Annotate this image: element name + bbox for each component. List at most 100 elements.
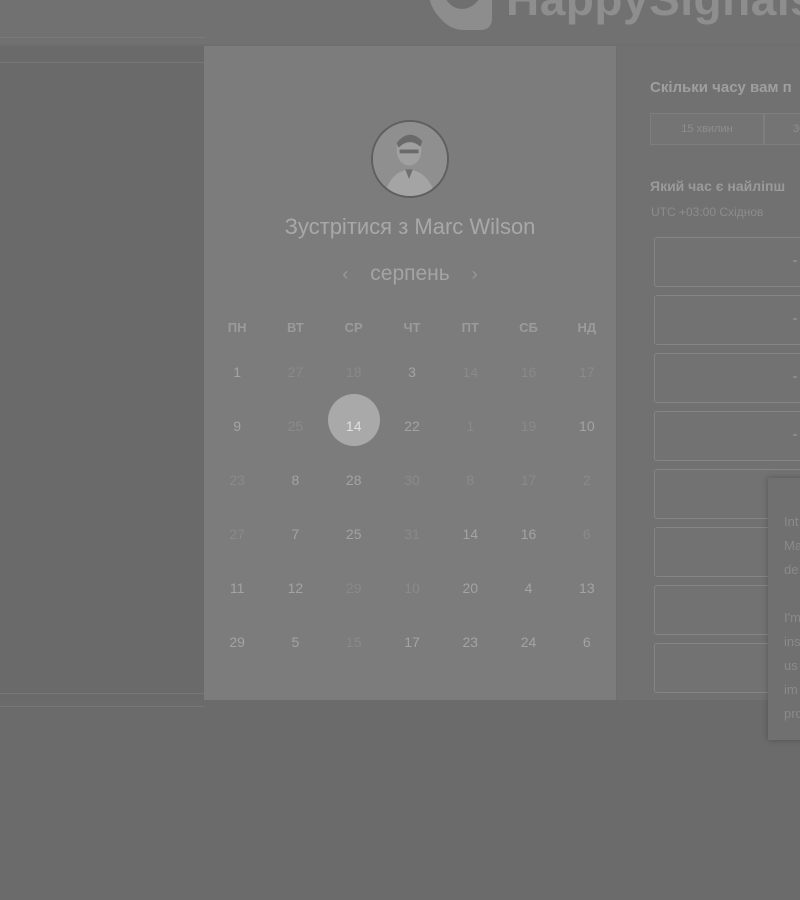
chat-text-line: pro: [784, 706, 800, 721]
calendar-day[interactable]: 23: [441, 614, 499, 668]
calendar-day-number: 8: [291, 472, 300, 488]
calendar-day-number: 28: [345, 472, 362, 488]
left-divider-bottom: [0, 693, 204, 694]
bottom-divider: [0, 706, 204, 707]
calendar-day-number: 29: [229, 634, 245, 650]
previous-month-chevron-icon[interactable]: ‹: [332, 264, 358, 285]
weekday-label: ЧТ: [403, 320, 421, 335]
calendar-day: 16: [499, 344, 557, 398]
calendar-week-row: 23 8 28 30 8 17 2: [208, 452, 616, 506]
calendar-day-number: 8: [466, 472, 475, 488]
header-divider: [0, 37, 205, 38]
calendar-weeks: 1 27 18 3 14 16 17 9 25 14 22 1 19 10 23 8 28 30 8 17 2 27 7 25…: [208, 344, 616, 668]
calendar-day-number: 10: [579, 418, 595, 434]
time-question: Який час є найліпш: [650, 178, 786, 194]
time-slot-button[interactable]: [654, 295, 800, 345]
time-slot-text: [793, 376, 797, 378]
chat-text-line: ins: [784, 634, 800, 649]
avatar: [371, 120, 449, 198]
chat-text-line: us: [784, 658, 798, 673]
calendar-week-row: 27 7 25 31 14 16 6: [208, 506, 616, 560]
time-slot-text: [793, 318, 797, 320]
calendar-week-row: 11 12 29 10 20 4 13: [208, 560, 616, 614]
calendar-day[interactable]: 1: [208, 344, 266, 398]
calendar-day-number: 10: [404, 580, 420, 596]
calendar-day-number: 30: [404, 472, 420, 488]
calendar-day[interactable]: 22: [383, 398, 441, 452]
timezone-label[interactable]: UTC +03:00 Східнов: [651, 205, 763, 219]
duration-option-30[interactable]: 30: [764, 113, 800, 145]
calendar-day[interactable]: 13: [558, 560, 616, 614]
calendar-day-number: 22: [404, 418, 420, 434]
calendar-day-number: 9: [233, 418, 242, 434]
calendar-week-row: 9 25 14 22 1 19 10: [208, 394, 616, 452]
calendar-day[interactable]: 7: [266, 506, 324, 560]
calendar-day: 30: [383, 452, 441, 506]
person-portrait-icon: [373, 122, 447, 196]
calendar-day-number: 17: [520, 472, 537, 488]
calendar-day-number: 20: [462, 580, 479, 596]
calendar-day-number: 7: [291, 526, 300, 542]
calendar-day: 17: [558, 344, 616, 398]
calendar-day: 8: [441, 452, 499, 506]
chat-text-line: Ma: [784, 538, 800, 553]
next-month-chevron-icon[interactable]: ›: [462, 264, 488, 285]
chat-text-line: Int: [784, 514, 799, 529]
calendar-day[interactable]: 29: [208, 614, 266, 668]
calendar-day[interactable]: 11: [208, 560, 266, 614]
month-label: серпень: [370, 262, 450, 285]
time-slot-button[interactable]: [654, 411, 800, 461]
weekday-label: ПТ: [461, 320, 479, 335]
calendar-day[interactable]: 10: [558, 398, 616, 452]
chat-text-line: im: [784, 682, 798, 697]
time-slot-button[interactable]: [654, 237, 800, 287]
calendar-day: 27: [208, 506, 266, 560]
calendar-day[interactable]: 5: [266, 614, 324, 668]
calendar-day-selected[interactable]: 14: [325, 394, 383, 452]
calendar-day[interactable]: 24: [499, 614, 557, 668]
calendar-day-number: 2: [582, 472, 591, 488]
calendar-day[interactable]: 6: [558, 614, 616, 668]
weekday-label: ВТ: [287, 320, 304, 335]
calendar-day: 31: [383, 506, 441, 560]
calendar-day-number: 18: [345, 364, 362, 380]
calendar-day-number: 11: [229, 580, 245, 596]
calendar-day[interactable]: 28: [325, 452, 383, 506]
calendar-day: 27: [266, 344, 324, 398]
calendar-day[interactable]: 16: [499, 506, 557, 560]
calendar-day[interactable]: 17: [383, 614, 441, 668]
calendar-day: 15: [325, 614, 383, 668]
chat-popup[interactable]: Int Ma de I'm ins us im pro: [768, 478, 800, 740]
calendar-day-number: 31: [404, 526, 420, 542]
calendar-day[interactable]: 4: [499, 560, 557, 614]
time-slot-text: [793, 434, 797, 436]
bottom-background: [0, 700, 800, 900]
chat-text-line: I'm: [784, 610, 800, 625]
weekday-label: СР: [344, 320, 363, 335]
calendar-day[interactable]: 3: [383, 344, 441, 398]
calendar-day-number: 29: [345, 580, 362, 596]
calendar-day-number: 19: [520, 418, 537, 434]
calendar-day-number: 1: [233, 364, 242, 380]
brand-logo[interactable]: HappySignals: [420, 0, 800, 38]
calendar-week-row: 1 27 18 3 14 16 17: [208, 344, 616, 398]
calendar-day[interactable]: 20: [441, 560, 499, 614]
calendar-day-number: 3: [408, 364, 416, 380]
calendar-day-number: 12: [287, 580, 304, 596]
calendar-day[interactable]: 14: [441, 506, 499, 560]
calendar-day[interactable]: 9: [208, 398, 266, 452]
calendar-day: 25: [266, 398, 324, 452]
calendar-day: 29: [325, 560, 383, 614]
brand-wordmark: HappySignals: [506, 0, 800, 26]
calendar-day[interactable]: 12: [266, 560, 324, 614]
calendar-day[interactable]: 8: [266, 452, 324, 506]
duration-option-15[interactable]: 15 хвилин: [650, 113, 764, 145]
calendar-day-number: 23: [462, 634, 479, 650]
calendar-day: 6: [558, 506, 616, 560]
calendar-day[interactable]: 25: [325, 506, 383, 560]
meeting-title: Зустрітися з Marc Wilson: [284, 214, 536, 239]
time-slot-button[interactable]: [654, 353, 800, 403]
time-slot-text: [793, 260, 797, 262]
calendar-day-number: 14: [462, 364, 479, 380]
chat-text-line: de: [784, 562, 799, 577]
